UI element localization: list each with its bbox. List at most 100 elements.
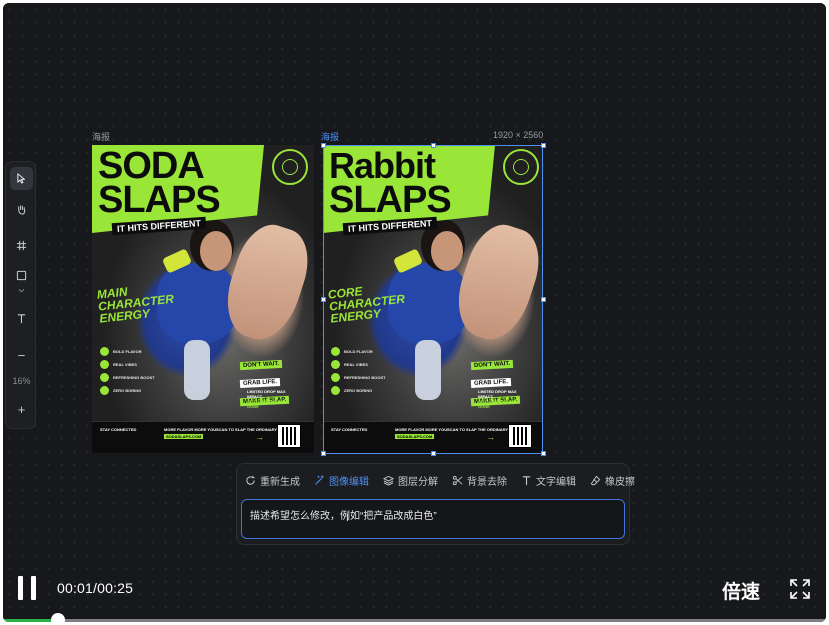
refresh-icon: [246, 475, 255, 485]
frame-tool-button[interactable]: [10, 234, 33, 257]
footer-flavor: MORE FLAVOR MORE YOU SODASLAPS.COM: [395, 427, 447, 439]
image-edit-button[interactable]: 图像编辑: [314, 472, 369, 488]
text-edit-button[interactable]: 文字编辑: [521, 472, 576, 488]
footer-url: SODASLAPS.COM: [164, 434, 204, 439]
poster-figure-head: [200, 231, 232, 271]
progress-track[interactable]: [3, 619, 826, 622]
resize-handle-top[interactable]: [431, 143, 436, 148]
feature-icon: [100, 386, 109, 395]
image-edit-label: 图像编辑: [329, 476, 369, 488]
progress-fill: [3, 619, 58, 622]
footer-flavor-text: MORE FLAVOR MORE YOU: [395, 427, 448, 432]
qr-code-icon: [508, 424, 532, 448]
text-icon: [17, 314, 26, 324]
action-bar: 重新生成 图像编辑 图层分解 背景去除 文字编辑 橡皮擦: [245, 472, 649, 488]
poster-features: BOLD FLAVOR REAL VIBES REFRESHING BOOST …: [331, 347, 401, 399]
scissors-icon: [452, 475, 463, 485]
zoom-out-label: −: [17, 348, 26, 363]
text-cursor-icon: I: [346, 513, 349, 524]
resize-handle-bottom[interactable]: [431, 451, 436, 456]
poster-main-character: MAIN CHARACTER ENERGY: [96, 284, 175, 326]
fullscreen-button[interactable]: [789, 578, 811, 600]
resize-handle-left[interactable]: [321, 297, 326, 302]
globe-badge-icon: [272, 149, 308, 185]
feature-icon: [331, 360, 340, 369]
pause-button[interactable]: [18, 576, 40, 600]
text-icon: [522, 475, 531, 485]
feature-icon: [100, 360, 109, 369]
feature-item: REAL VIBES: [100, 360, 170, 369]
feature-icon: [331, 373, 340, 382]
poster-limited: LIMITED DROP MAX IMPACT GET IT BEFORE IT…: [247, 389, 297, 409]
poster-footer: STAY CONNECTED MORE FLAVOR MORE YOU SODA…: [323, 421, 543, 453]
feature-text: REAL VIBES: [344, 362, 368, 367]
playback-speed-button[interactable]: 倍速: [722, 577, 760, 604]
image-action-panel: 重新生成 图像编辑 图层分解 背景去除 文字编辑 橡皮擦 描述希望怎么修改，例如…: [236, 463, 635, 545]
sticker: DON'T WAIT.: [470, 359, 514, 371]
poster-figure-head: [431, 231, 463, 271]
feature-item: ZERO BORING: [100, 386, 170, 395]
resize-handle-top-left[interactable]: [321, 143, 326, 148]
layer-split-label: 图层分解: [398, 476, 438, 488]
globe-badge-icon: [503, 149, 539, 185]
feature-item: BOLD FLAVOR: [100, 347, 170, 356]
resize-handle-right[interactable]: [541, 297, 546, 302]
progress-knob[interactable]: [51, 613, 65, 622]
feature-text: REFRESHING BOOST: [344, 375, 386, 380]
poster-core-character: CORE CHARACTER ENERGY: [327, 284, 406, 326]
video-controls: 00:01/00:25 倍速: [3, 559, 826, 622]
eraser-icon: [590, 475, 601, 485]
magic-wand-icon: [315, 474, 324, 485]
poster-2-size: 1920 × 2560: [493, 130, 544, 140]
layers-icon: [383, 475, 394, 486]
poster-title: Rabbit SLAPS: [329, 148, 452, 221]
sticker: GRAB LIFE.: [239, 377, 281, 389]
pause-bar-right: [31, 576, 36, 600]
hash-frame-icon: [16, 240, 27, 251]
regenerate-label: 重新生成: [260, 476, 300, 488]
poster-figure-legs: [415, 340, 441, 400]
feature-text: ZERO BORING: [113, 388, 142, 393]
chevron-down-icon: [18, 288, 25, 292]
feature-item: REAL VIBES: [331, 360, 401, 369]
hand-tool-button[interactable]: [10, 198, 33, 221]
limited-text: LIMITED DROP MAX IMPACT: [247, 389, 286, 399]
poster-rabbit-slaps[interactable]: Rabbit SLAPS IT HITS DIFFERENT CORE CHAR…: [323, 145, 543, 453]
poster-title-line2: SLAPS: [329, 179, 452, 221]
resize-handle-top-right[interactable]: [541, 143, 546, 148]
fullscreen-icon: [790, 579, 810, 599]
feature-icon: [100, 347, 109, 356]
feature-icon: [100, 373, 109, 382]
zoom-out-button[interactable]: −: [10, 344, 33, 367]
layer-split-button[interactable]: 图层分解: [383, 472, 438, 488]
feature-item: ZERO BORING: [331, 386, 401, 395]
footer-flavor: MORE FLAVOR MORE YOU SODASLAPS.COM: [164, 427, 216, 439]
remove-background-button[interactable]: 背景去除: [452, 472, 507, 488]
poster-figure-legs: [184, 340, 210, 400]
zoom-in-button[interactable]: +: [10, 398, 33, 421]
arrow-right-icon: →: [486, 432, 495, 442]
video-frame: − 16% + 海报 海报 1920 × 2560 SODA SLAPS IT …: [3, 3, 826, 622]
poster-soda-slaps[interactable]: SODA SLAPS IT HITS DIFFERENT MAIN CHARAC…: [92, 145, 314, 453]
footer-scan: SCAN TO SLAP THE ORDINARY: [447, 427, 509, 432]
poster-title-line1: SODA: [98, 145, 205, 187]
shape-tool-button[interactable]: [10, 264, 33, 287]
poster-footer: STAY CONNECTED MORE FLAVOR MORE YOU SODA…: [92, 421, 314, 453]
eraser-button[interactable]: 橡皮擦: [590, 472, 635, 488]
poster-title: SODA SLAPS: [98, 145, 221, 219]
feature-text: REFRESHING BOOST: [113, 375, 155, 380]
poster-2-label: 海报: [321, 132, 340, 142]
edit-prompt-input[interactable]: 描述希望怎么修改，例如“把产品改成白色”: [241, 499, 625, 539]
regenerate-button[interactable]: 重新生成: [245, 472, 300, 488]
footer-scan: SCAN TO SLAP THE ORDINARY: [216, 427, 278, 432]
resize-handle-bottom-right[interactable]: [541, 451, 546, 456]
square-icon: [16, 270, 27, 281]
text-tool-button[interactable]: [10, 307, 33, 330]
left-toolbar: − 16% +: [5, 161, 36, 429]
feature-text: REAL VIBES: [113, 362, 137, 367]
text-edit-label: 文字编辑: [536, 476, 576, 488]
shape-dropdown-button[interactable]: [10, 285, 33, 295]
feature-item: BOLD FLAVOR: [331, 347, 401, 356]
resize-handle-bottom-left[interactable]: [321, 451, 326, 456]
select-tool-button[interactable]: [10, 167, 33, 190]
